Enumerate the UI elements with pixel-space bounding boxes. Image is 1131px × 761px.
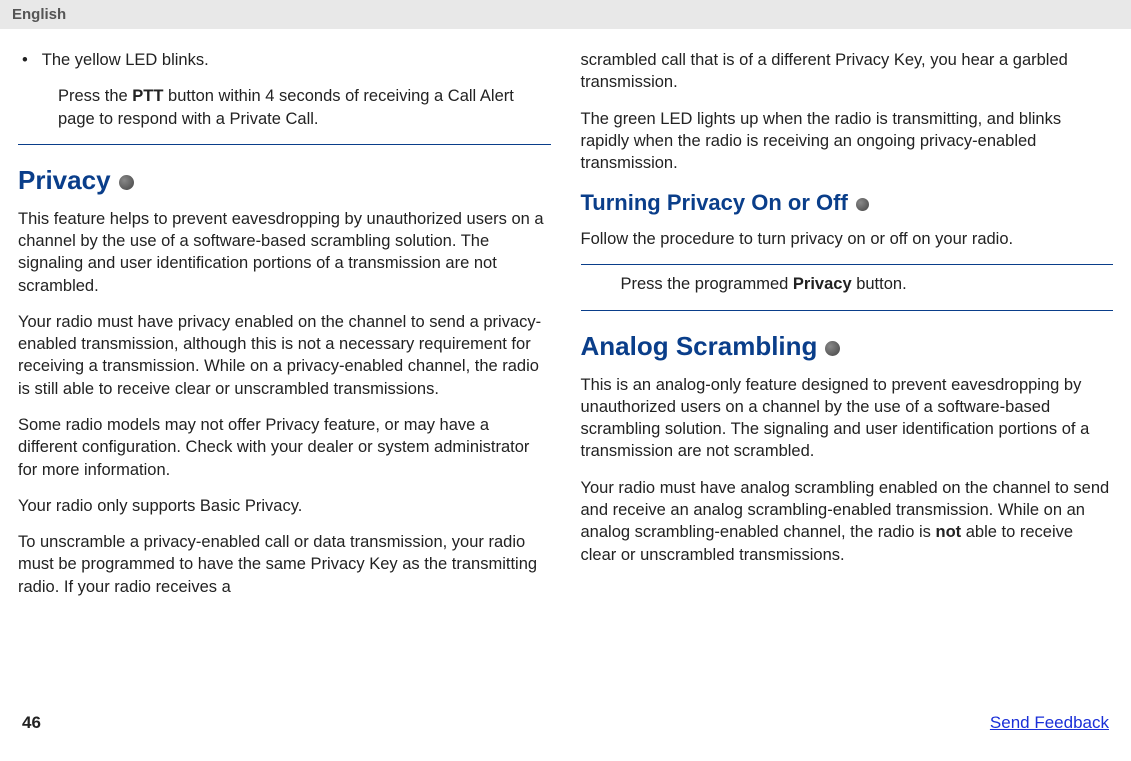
bullet-dot: • <box>22 49 28 71</box>
globe-icon <box>825 341 840 356</box>
privacy-step-after: button. <box>852 275 907 293</box>
ptt-instruction: Press the PTT button within 4 seconds of… <box>58 85 551 130</box>
header-bar: English <box>0 0 1131 29</box>
analog-p2-bold: not <box>935 523 961 541</box>
ptt-text-before: Press the <box>58 87 132 105</box>
header-language: English <box>12 6 66 23</box>
globe-icon <box>856 198 869 211</box>
section-rule <box>581 264 1114 265</box>
privacy-continued-2: The green LED lights up when the radio i… <box>581 108 1114 175</box>
privacy-step-bold: Privacy <box>793 275 852 293</box>
column-right: scrambled call that is of a different Pr… <box>581 49 1114 699</box>
section-rule <box>581 310 1114 311</box>
privacy-heading-text: Privacy <box>18 163 111 198</box>
ptt-bold: PTT <box>132 87 163 105</box>
turning-privacy-paragraph: Follow the procedure to turn privacy on … <box>581 228 1114 250</box>
privacy-paragraph-2: Your radio must have privacy enabled on … <box>18 311 551 400</box>
page-body: • The yellow LED blinks. Press the PTT b… <box>0 29 1131 709</box>
globe-icon <box>119 175 134 190</box>
column-left: • The yellow LED blinks. Press the PTT b… <box>18 49 551 699</box>
privacy-heading: Privacy <box>18 163 551 198</box>
analog-scrambling-heading-text: Analog Scrambling <box>581 329 818 364</box>
page-number: 46 <box>22 713 41 733</box>
privacy-paragraph-1: This feature helps to prevent eavesdropp… <box>18 208 551 297</box>
privacy-step-before: Press the programmed <box>621 275 793 293</box>
privacy-step: Press the programmed Privacy button. <box>621 273 1114 295</box>
bullet-text: The yellow LED blinks. <box>42 49 209 71</box>
analog-scrambling-heading: Analog Scrambling <box>581 329 1114 364</box>
privacy-paragraph-4: Your radio only supports Basic Privacy. <box>18 495 551 517</box>
privacy-paragraph-3: Some radio models may not offer Privacy … <box>18 414 551 481</box>
privacy-paragraph-5: To unscramble a privacy-enabled call or … <box>18 531 551 598</box>
send-feedback-link[interactable]: Send Feedback <box>990 713 1109 733</box>
turning-privacy-heading: Turning Privacy On or Off <box>581 188 1114 218</box>
analog-paragraph-1: This is an analog-only feature designed … <box>581 374 1114 463</box>
privacy-continued-1: scrambled call that is of a different Pr… <box>581 49 1114 94</box>
bullet-item: • The yellow LED blinks. <box>18 49 551 71</box>
turning-privacy-heading-text: Turning Privacy On or Off <box>581 188 848 218</box>
page-footer: 46 Send Feedback <box>0 709 1131 743</box>
analog-paragraph-2: Your radio must have analog scrambling e… <box>581 477 1114 566</box>
section-rule <box>18 144 551 145</box>
